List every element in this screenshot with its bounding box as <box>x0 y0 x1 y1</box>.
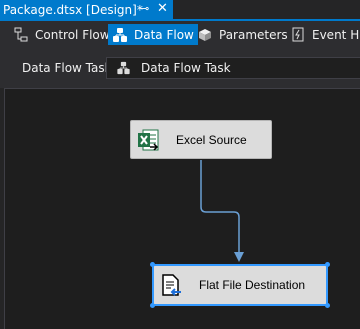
flat-file-destination-icon <box>162 274 181 296</box>
selection-handle[interactable] <box>150 262 155 267</box>
selection-handle[interactable] <box>325 303 330 308</box>
connector-arrow-icon <box>234 252 244 262</box>
selection-handle[interactable] <box>325 262 330 267</box>
flat-file-destination-label: Flat File Destination <box>199 278 306 292</box>
flat-file-destination-component[interactable]: Flat File Destination <box>150 262 330 308</box>
excel-source-icon <box>138 129 159 151</box>
excel-source-component[interactable]: Excel Source <box>130 120 272 159</box>
excel-source-label: Excel Source <box>176 132 247 147</box>
selection-handle[interactable] <box>150 303 155 308</box>
